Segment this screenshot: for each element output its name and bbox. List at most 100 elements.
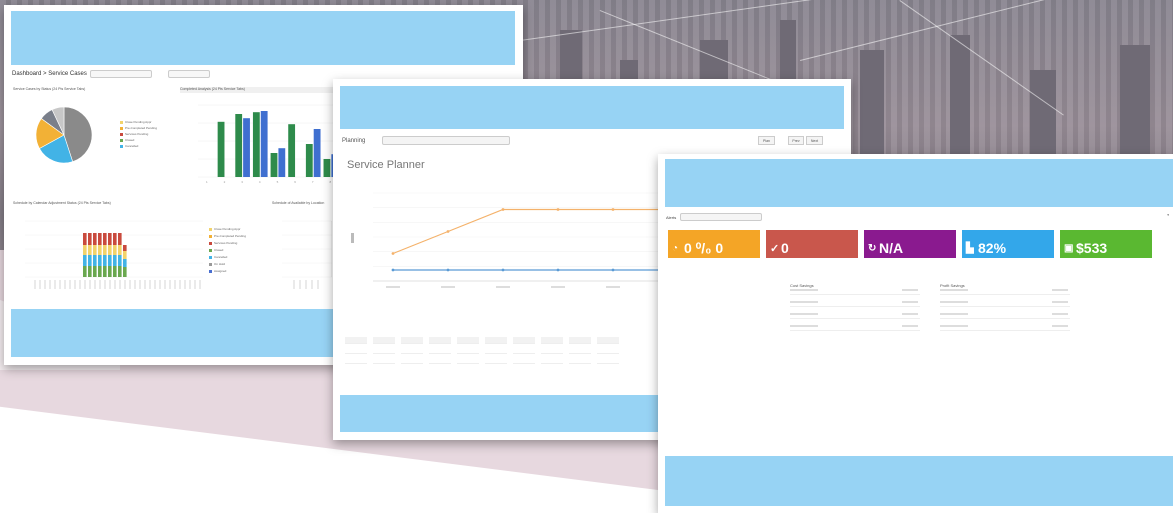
summary-row-label	[790, 325, 818, 327]
table-cell	[457, 347, 479, 354]
summary-row-divider	[790, 306, 920, 307]
legend-item: Services Pending	[120, 132, 148, 136]
kpi-value: N/A	[879, 240, 904, 256]
stacked-bar-segment	[123, 245, 127, 251]
bottom-banner	[665, 456, 1173, 506]
dollar-icon: ▣	[1064, 243, 1074, 254]
x-tick-label: 7	[312, 180, 314, 184]
x-tick-label: 4	[259, 180, 261, 184]
toolbar-label: Planning	[342, 138, 366, 144]
table-cell	[569, 347, 591, 354]
stacked-bar-segment	[83, 233, 87, 245]
legend-item: Close Pending Appr	[120, 120, 152, 124]
table-cell	[597, 337, 619, 344]
top-banner	[665, 159, 1173, 207]
prev-button[interactable]: Prev	[788, 136, 804, 145]
filter-chip[interactable]	[90, 70, 152, 78]
check-icon: ✓	[770, 243, 780, 255]
summary-row-value	[902, 289, 918, 291]
chart-icon: ▙	[966, 243, 974, 254]
summary-row-value	[902, 301, 918, 303]
stacked-bar-segment	[113, 255, 117, 266]
bar	[252, 112, 260, 177]
plan-button[interactable]: Plan	[758, 136, 775, 145]
x-tick-label: 6	[294, 180, 296, 184]
legend-item: Closed	[120, 138, 134, 142]
kpi-tile-revenue[interactable]: ▣ $533	[1060, 230, 1152, 258]
profit-savings-heading: Profit Savings	[940, 283, 965, 288]
bar	[305, 144, 313, 177]
stacked-bar-segment	[88, 233, 92, 245]
summary-row-value	[1052, 313, 1068, 315]
stacked-bar-segment	[108, 245, 112, 255]
legend-label: Close Pending Appr	[125, 120, 152, 124]
table-cell	[485, 347, 507, 354]
page-title: Dashboard > Service Cases	[12, 71, 87, 77]
kpi-value: 0 ⁰/₀ 0	[684, 240, 724, 256]
x-tick-label: 3	[241, 180, 243, 184]
summary-row-label	[940, 289, 968, 291]
table-cell	[345, 347, 367, 354]
top-banner	[11, 11, 515, 65]
table-cell	[569, 357, 591, 364]
toolbar-label: Alerts	[666, 215, 677, 220]
summary-row-divider	[940, 318, 1070, 319]
bar	[313, 129, 321, 177]
kpi-value: 0	[781, 240, 789, 256]
table-cell	[373, 337, 395, 344]
mini-chart	[282, 220, 332, 289]
x-tick-label: 5	[277, 180, 279, 184]
cost-savings-heading: Cost Savings	[790, 283, 814, 288]
stacked-bar-segment	[103, 266, 107, 277]
legend-label: Pre-Completed Pending	[125, 126, 158, 130]
stacked-bar-segment	[113, 245, 117, 255]
legend-swatch	[120, 120, 123, 124]
kpi-tile-time[interactable]: ◔ 0 ⁰/₀ 0	[668, 230, 760, 258]
summary-row-label	[790, 313, 818, 315]
table-cell	[569, 337, 591, 344]
top-banner	[340, 86, 844, 129]
x-tick-label: 2	[224, 180, 226, 184]
next-button[interactable]: Next	[806, 136, 823, 145]
legend-label: Cancelled	[125, 144, 139, 148]
series-line	[392, 208, 675, 255]
table-cell	[429, 357, 451, 364]
kpi-tile-percentage[interactable]: ▙ 82%	[962, 230, 1054, 258]
planner-line-chart	[351, 192, 675, 288]
filter-chip[interactable]	[680, 213, 762, 221]
table-cell	[373, 347, 395, 354]
right-chart-title: Schedule of Available by Location	[272, 201, 325, 205]
x-tick-label	[441, 286, 455, 288]
data-point	[501, 208, 505, 211]
summary-row-divider	[790, 318, 920, 319]
data-point	[391, 252, 395, 255]
bar	[288, 124, 296, 177]
x-tick-label	[386, 286, 400, 288]
stacked-bar-segment	[88, 266, 92, 277]
stacked-bar-chart	[25, 220, 203, 289]
bar	[323, 159, 331, 177]
table-cell	[541, 357, 563, 364]
technician-filter[interactable]	[382, 136, 510, 145]
filter-button[interactable]	[168, 70, 210, 78]
data-point	[556, 268, 560, 272]
kpi-tile-rate[interactable]: ↻ N/A	[864, 230, 956, 258]
options-dropdown[interactable]: ▾	[1167, 213, 1169, 217]
kpi-tile-completed[interactable]: ✓ 0	[766, 230, 858, 258]
bar	[278, 148, 286, 177]
stacked-bar-segment	[103, 233, 107, 245]
summary-row-value	[902, 313, 918, 315]
table-cell	[513, 347, 535, 354]
stacked-bar-segment	[83, 255, 87, 266]
stacked-bar-segment	[113, 233, 117, 245]
table-cell	[597, 357, 619, 364]
clock-icon: ◔	[672, 243, 679, 254]
y-axis-label	[351, 233, 354, 243]
table-cell	[457, 357, 479, 364]
data-point	[446, 268, 450, 272]
legend-label: Closed	[125, 138, 135, 142]
stacked-bar-segment	[83, 245, 87, 255]
stacked-bar-segment	[98, 233, 102, 245]
kpi-value: 82%	[978, 240, 1007, 256]
data-point	[556, 208, 560, 211]
